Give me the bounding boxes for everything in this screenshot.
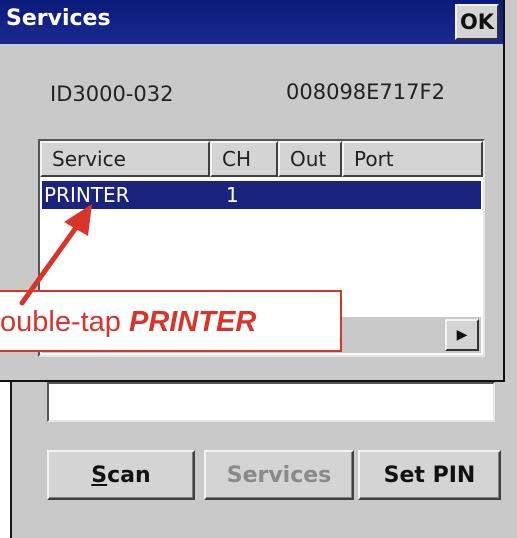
device-name: ID3000-032	[50, 82, 174, 106]
callout-prefix: ouble-tap	[0, 306, 129, 338]
set-pin-button[interactable]: Set PIN	[358, 450, 501, 500]
service-name: PRINTER	[44, 183, 130, 207]
column-header-ch[interactable]: CH	[210, 141, 278, 177]
services-button: Services	[204, 450, 354, 500]
scan-button[interactable]: Scan	[47, 450, 195, 500]
annotation-callout: ouble-tap PRINTER	[0, 290, 342, 352]
right-triangle-icon: ▶	[456, 327, 468, 343]
list-item-printer[interactable]: PRINTER 1	[41, 180, 482, 210]
callout-text: ouble-tap PRINTER	[0, 306, 256, 339]
callout-emphasis: PRINTER	[129, 306, 257, 338]
device-address: 008098E717F2	[286, 80, 445, 104]
scan-accel: S	[91, 462, 108, 488]
title-bar: Services OK	[0, 0, 503, 44]
pin-input-field[interactable]	[47, 382, 495, 422]
window-title: Services	[6, 6, 111, 31]
column-header-port[interactable]: Port	[342, 141, 483, 177]
column-header-service[interactable]: Service	[40, 141, 210, 177]
scroll-right-button[interactable]: ▶	[445, 319, 479, 351]
list-header: Service CH Out Port	[40, 141, 483, 177]
service-channel: 1	[226, 183, 239, 207]
column-header-out[interactable]: Out	[278, 141, 342, 177]
scan-label-rest: can	[107, 462, 151, 488]
ok-button[interactable]: OK	[455, 4, 499, 40]
